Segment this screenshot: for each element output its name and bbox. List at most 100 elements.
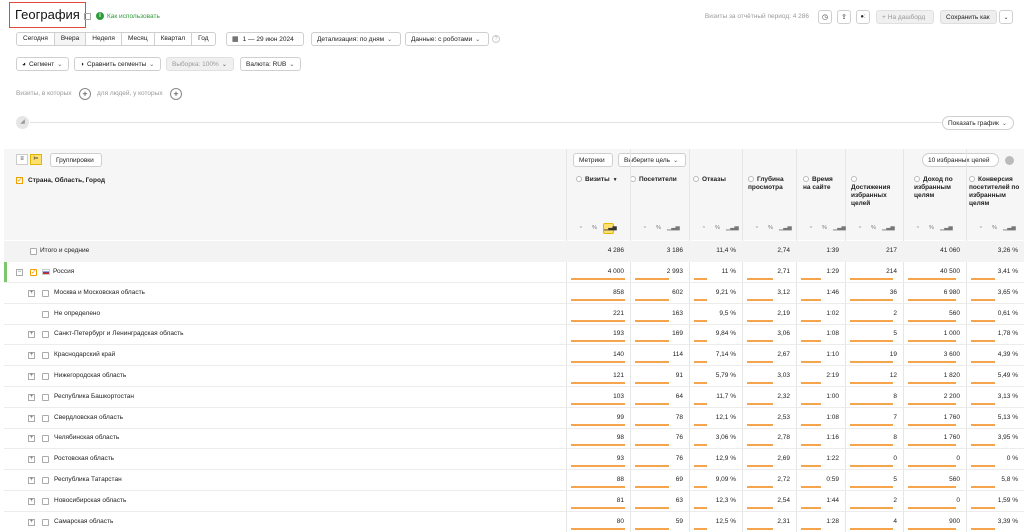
row-label[interactable]: Москва и Московская область: [54, 283, 145, 303]
how-to-use-link[interactable]: i Как использовать: [96, 12, 160, 20]
compare-segments-dropdown[interactable]: ◑ Сравнить сегменты ⌄: [74, 57, 161, 71]
sample-dropdown[interactable]: Выборка: 100% ⌄: [166, 57, 234, 71]
row-checkbox[interactable]: [42, 352, 49, 360]
pie-icon[interactable]: ◔: [912, 223, 923, 234]
expand-icon[interactable]: +: [28, 393, 35, 401]
expand-icon[interactable]: +: [28, 352, 35, 360]
sort-radio-icon[interactable]: [851, 176, 857, 182]
collapse-icon[interactable]: −: [16, 269, 23, 276]
bars-icon[interactable]: ▁▃▅: [882, 223, 895, 234]
row-checkbox[interactable]: [42, 518, 49, 526]
column-header[interactable]: Посетители: [630, 176, 685, 184]
period-selector[interactable]: Сегодня Вчера Неделя Месяц Квартал Год: [16, 32, 216, 46]
bars-icon[interactable]: ▁▃▅: [726, 223, 739, 234]
row-checkbox[interactable]: ✓: [30, 269, 37, 276]
expand-icon[interactable]: +: [28, 435, 35, 443]
percent-icon[interactable]: %: [989, 223, 1000, 234]
expand-icon[interactable]: +: [28, 518, 35, 526]
percent-icon[interactable]: %: [653, 223, 664, 234]
groupings-button[interactable]: Группировки: [50, 153, 102, 167]
period-month[interactable]: Месяц: [121, 33, 155, 45]
row-label[interactable]: Краснодарский край: [54, 345, 115, 365]
pie-icon[interactable]: ◔: [698, 223, 709, 234]
add-people-filter-button[interactable]: +: [170, 88, 182, 100]
favorite-checkbox[interactable]: [84, 13, 91, 20]
period-week[interactable]: Неделя: [86, 33, 122, 45]
bars-icon[interactable]: ▁▃▅: [1003, 223, 1016, 234]
sort-radio-icon[interactable]: [748, 176, 754, 182]
row-checkbox[interactable]: [42, 393, 49, 401]
metrics-button[interactable]: Метрики: [573, 153, 613, 167]
row-checkbox[interactable]: [42, 414, 49, 422]
dimension-checkbox[interactable]: ✓: [16, 177, 23, 184]
column-header[interactable]: Глубина просмотра: [748, 176, 792, 192]
row-label[interactable]: Республика Татарстан: [54, 470, 122, 490]
segment-dropdown[interactable]: ◕ Сегмент ⌄: [16, 57, 69, 71]
period-quarter[interactable]: Квартал: [154, 33, 193, 45]
row-checkbox[interactable]: [42, 289, 49, 297]
percent-icon[interactable]: %: [712, 223, 723, 234]
history-button[interactable]: ◷: [818, 10, 832, 24]
row-label[interactable]: Ростовская область: [54, 449, 114, 469]
period-yesterday[interactable]: Вчера: [54, 33, 87, 45]
row-label[interactable]: Нижегородская область: [54, 366, 126, 386]
period-year[interactable]: Год: [192, 33, 215, 45]
pie-icon[interactable]: ◔: [975, 223, 986, 234]
row-checkbox[interactable]: [42, 456, 49, 464]
add-visits-filter-button[interactable]: +: [79, 88, 91, 100]
to-dashboard-button[interactable]: + На дашборд: [876, 10, 934, 24]
bars-icon[interactable]: ▁▃▅: [779, 223, 792, 234]
pie-icon[interactable]: ◔: [575, 223, 586, 234]
expand-icon[interactable]: +: [28, 497, 35, 505]
row-label[interactable]: Челябинская область: [54, 428, 119, 448]
view-list-toggle[interactable]: ≡: [16, 154, 28, 165]
row-label[interactable]: Не определено: [54, 304, 100, 324]
row-checkbox[interactable]: [42, 310, 49, 318]
row-label[interactable]: Санкт-Петербург и Ленинградская область: [54, 324, 184, 344]
percent-icon[interactable]: %: [868, 223, 879, 234]
column-header[interactable]: Визиты ▼: [576, 176, 626, 184]
pie-icon[interactable]: ◔: [639, 223, 650, 234]
expand-icon[interactable]: +: [28, 414, 35, 422]
choose-goal-dropdown[interactable]: Выберите цель ⌄: [618, 153, 686, 167]
period-today[interactable]: Сегодня: [17, 33, 55, 45]
row-label[interactable]: Самарская область: [54, 512, 113, 532]
currency-dropdown[interactable]: Валюта: RUB ⌄: [240, 57, 301, 71]
column-header[interactable]: Конверсия посетителей по избранным целям: [969, 176, 1020, 208]
column-header[interactable]: Отказы: [693, 176, 738, 184]
row-checkbox[interactable]: [42, 331, 49, 339]
pie-icon[interactable]: ◔: [751, 223, 762, 234]
detail-dropdown[interactable]: Детализация: по дням ⌄: [311, 32, 401, 46]
row-checkbox[interactable]: [42, 477, 49, 484]
bars-icon[interactable]: ▁▃▅: [603, 223, 617, 234]
expand-icon[interactable]: +: [28, 373, 35, 380]
bars-icon[interactable]: ▁▃▅: [833, 223, 846, 234]
expand-icon[interactable]: +: [28, 477, 35, 484]
column-header[interactable]: Доход по избранным целям: [914, 176, 962, 200]
data-robots-dropdown[interactable]: Данные: с роботами ⌄: [405, 32, 489, 46]
sort-radio-icon[interactable]: [969, 176, 975, 182]
column-header[interactable]: Время на сайте: [803, 176, 841, 192]
percent-icon[interactable]: %: [926, 223, 937, 234]
export-button[interactable]: ⇪: [837, 10, 851, 24]
row-checkbox[interactable]: [42, 497, 49, 505]
row-checkbox[interactable]: [42, 435, 49, 443]
chart-icon[interactable]: ◢: [16, 116, 29, 129]
pie-icon[interactable]: ◔: [805, 223, 816, 234]
column-header[interactable]: Достижения избранных целей: [851, 176, 899, 208]
row-label[interactable]: Россия: [53, 262, 74, 282]
share-button[interactable]: ●:: [856, 10, 870, 24]
view-tree-toggle[interactable]: ⊨: [30, 154, 42, 165]
bars-icon[interactable]: ▁▃▅: [667, 223, 680, 234]
sort-radio-icon[interactable]: [803, 176, 809, 182]
row-checkbox[interactable]: [42, 373, 49, 380]
row-label[interactable]: Свердловская область: [54, 408, 123, 428]
percent-icon[interactable]: %: [589, 223, 600, 234]
expand-icon[interactable]: +: [28, 331, 35, 339]
settings-icon[interactable]: [1005, 156, 1014, 165]
expand-icon[interactable]: +: [28, 456, 35, 464]
date-range-picker[interactable]: ▦ 1 — 29 июн 2024: [226, 32, 304, 46]
row-label[interactable]: Республика Башкортостан: [54, 387, 134, 407]
bars-icon[interactable]: ▁▃▅: [940, 223, 953, 234]
show-chart-button[interactable]: Показать график ⌄: [942, 116, 1014, 130]
